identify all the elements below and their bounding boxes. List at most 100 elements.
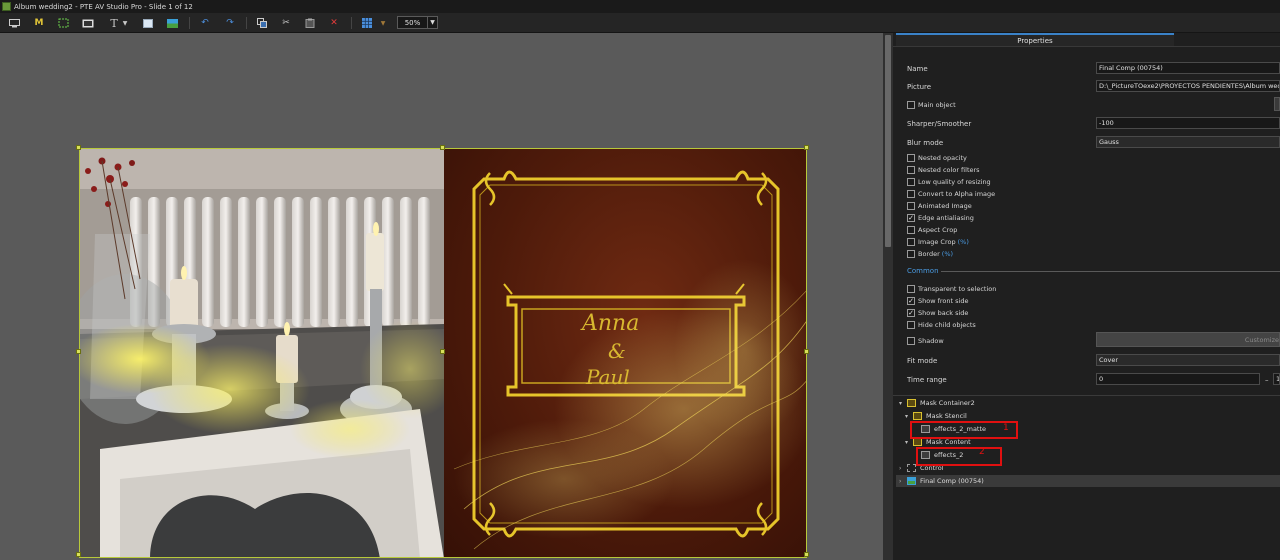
checkbox-label: Hide child objects bbox=[918, 321, 976, 329]
toolbar: M T ▼ ↶ ↷ ✂ ✕ ▼ 50% ▼ bbox=[0, 13, 1280, 33]
candles-photo bbox=[80, 149, 444, 557]
main-object-checkbox[interactable] bbox=[907, 101, 915, 109]
chevron-down-icon[interactable]: ▾ bbox=[899, 400, 907, 407]
show-back-side-checkbox[interactable]: ✓ bbox=[907, 309, 915, 317]
toolbar-separator bbox=[189, 17, 190, 29]
checkbox-label-text: Animated Image bbox=[918, 202, 972, 210]
checkbox-label: Edge antialiasing bbox=[918, 214, 974, 222]
checkbox-label-text: Nested color filters bbox=[918, 166, 980, 174]
show-front-side-checkbox[interactable]: ✓ bbox=[907, 297, 915, 305]
tab-properties[interactable]: Properties bbox=[896, 33, 1174, 46]
cut-icon[interactable]: ✂ bbox=[278, 16, 294, 30]
mask-icon bbox=[907, 399, 916, 407]
panel-divider bbox=[893, 395, 1280, 396]
checkbox-label: Nested color filters bbox=[918, 166, 980, 174]
chevron-right-icon[interactable]: › bbox=[899, 465, 907, 472]
border-checkbox[interactable] bbox=[907, 250, 915, 258]
scrollbar-thumb[interactable] bbox=[885, 35, 891, 247]
percent-link[interactable]: (%) bbox=[958, 238, 969, 246]
picture-label: Picture bbox=[907, 83, 932, 91]
time-range-end[interactable]: 1 bbox=[1273, 373, 1280, 385]
nested-color-filters-checkbox[interactable] bbox=[907, 166, 915, 174]
time-range-start[interactable]: 0 bbox=[1096, 373, 1260, 385]
name-field[interactable]: Final Comp (00754) bbox=[1096, 62, 1280, 74]
shadow-checkbox[interactable] bbox=[907, 337, 915, 345]
mask-icon bbox=[913, 438, 922, 446]
undo-icon[interactable]: ↶ bbox=[197, 16, 213, 30]
percent-link[interactable]: (%) bbox=[942, 250, 953, 258]
image-crop-checkbox[interactable] bbox=[907, 238, 915, 246]
tree-item-mask-container[interactable]: ▾ Mask Container2 bbox=[899, 397, 975, 409]
annotation-number: 1 bbox=[1003, 423, 1009, 433]
resize-handle[interactable] bbox=[76, 552, 81, 557]
paste-icon[interactable] bbox=[302, 16, 318, 30]
sharper-label: Sharper/Smoother bbox=[907, 120, 972, 128]
chevron-down-icon[interactable]: ▼ bbox=[378, 16, 388, 30]
rectangle-icon[interactable] bbox=[140, 16, 156, 30]
mask-icon[interactable]: M bbox=[31, 16, 47, 30]
blur-mode-label: Blur mode bbox=[907, 139, 944, 147]
resize-handle[interactable] bbox=[804, 552, 809, 557]
chevron-right-icon[interactable]: › bbox=[899, 478, 907, 485]
blur-mode-select[interactable]: Gauss bbox=[1096, 136, 1280, 148]
canvas-area[interactable]: Anna & Paul bbox=[0, 33, 883, 560]
checkbox-label-text: Edge antialiasing bbox=[918, 214, 974, 222]
video-icon[interactable] bbox=[80, 16, 96, 30]
tree-item-label: Mask Stencil bbox=[926, 412, 967, 420]
fit-mode-select[interactable]: Cover bbox=[1096, 354, 1280, 366]
title-bar: Album wedding2 - PTE AV Studio Pro - Sli… bbox=[0, 0, 1280, 13]
resize-handle[interactable] bbox=[804, 145, 809, 150]
delete-icon[interactable]: ✕ bbox=[326, 16, 342, 30]
resize-handle[interactable] bbox=[440, 145, 445, 150]
main-object-button[interactable] bbox=[1274, 97, 1280, 111]
main-object-label: Main object bbox=[918, 101, 956, 109]
low-quality-of-resizing-checkbox[interactable] bbox=[907, 178, 915, 186]
resize-handle[interactable] bbox=[76, 145, 81, 150]
chevron-down-icon[interactable]: ▾ bbox=[905, 413, 913, 420]
resize-handle[interactable] bbox=[76, 349, 81, 354]
customize-label: Customize bbox=[1244, 335, 1279, 344]
grid-icon[interactable] bbox=[359, 16, 375, 30]
resize-handle[interactable] bbox=[804, 349, 809, 354]
redo-icon[interactable]: ↷ bbox=[222, 16, 238, 30]
sharper-field[interactable]: -100 bbox=[1096, 117, 1280, 129]
checkbox-label: Image Crop (%) bbox=[918, 238, 969, 246]
checkbox-label-text: Transparent to selection bbox=[918, 285, 997, 293]
copy-icon[interactable] bbox=[254, 16, 270, 30]
checkbox-label: Border (%) bbox=[918, 250, 953, 258]
checkbox-label-text: Aspect Crop bbox=[918, 226, 958, 234]
checkbox-label-text: Hide child objects bbox=[918, 321, 976, 329]
monitor-icon[interactable] bbox=[6, 16, 22, 30]
image-icon[interactable] bbox=[164, 16, 180, 30]
resize-handle[interactable] bbox=[440, 349, 445, 354]
transparent-to-selection-checkbox[interactable] bbox=[907, 285, 915, 293]
checkbox-label: Show back side bbox=[918, 309, 968, 317]
edge-antialiasing-checkbox[interactable]: ✓ bbox=[907, 214, 915, 222]
nested-opacity-checkbox[interactable] bbox=[907, 154, 915, 162]
checkbox-label: Animated Image bbox=[918, 202, 972, 210]
canvas-scrollbar[interactable] bbox=[883, 33, 893, 560]
picture-path-field[interactable]: D:\_PictureTOexe2\PROYECTOS PENDIENTES\A… bbox=[1096, 80, 1280, 92]
zoom-select[interactable]: 50% ▼ bbox=[397, 16, 438, 29]
chevron-down-icon[interactable]: ▼ bbox=[427, 17, 437, 28]
tree-item-final-comp[interactable]: › Final Comp (00754) bbox=[896, 475, 1280, 487]
common-section-header: Common bbox=[907, 267, 939, 275]
customize-button[interactable]: Customize bbox=[1096, 332, 1280, 347]
convert-to-alpha-image-checkbox[interactable] bbox=[907, 190, 915, 198]
toolbar-separator bbox=[246, 17, 247, 29]
time-range-dash: – bbox=[1265, 376, 1269, 384]
checkbox-label: Show front side bbox=[918, 297, 968, 305]
annotation-number: 2 bbox=[979, 447, 985, 457]
tab-divider bbox=[893, 46, 1280, 47]
animated-image-checkbox[interactable] bbox=[907, 202, 915, 210]
name-label: Name bbox=[907, 65, 928, 73]
frame-icon[interactable] bbox=[55, 16, 71, 30]
properties-panel: Properties Name Final Comp (00754) Pictu… bbox=[893, 33, 1280, 560]
chevron-down-icon[interactable]: ▾ bbox=[905, 439, 913, 446]
checkbox-label: Low quality of resizing bbox=[918, 178, 991, 186]
checkbox-label-text: Show back side bbox=[918, 309, 969, 317]
chevron-down-icon[interactable]: ▼ bbox=[120, 16, 130, 30]
hide-child-objects-checkbox[interactable] bbox=[907, 321, 915, 329]
aspect-crop-checkbox[interactable] bbox=[907, 226, 915, 234]
section-divider bbox=[941, 271, 1280, 272]
